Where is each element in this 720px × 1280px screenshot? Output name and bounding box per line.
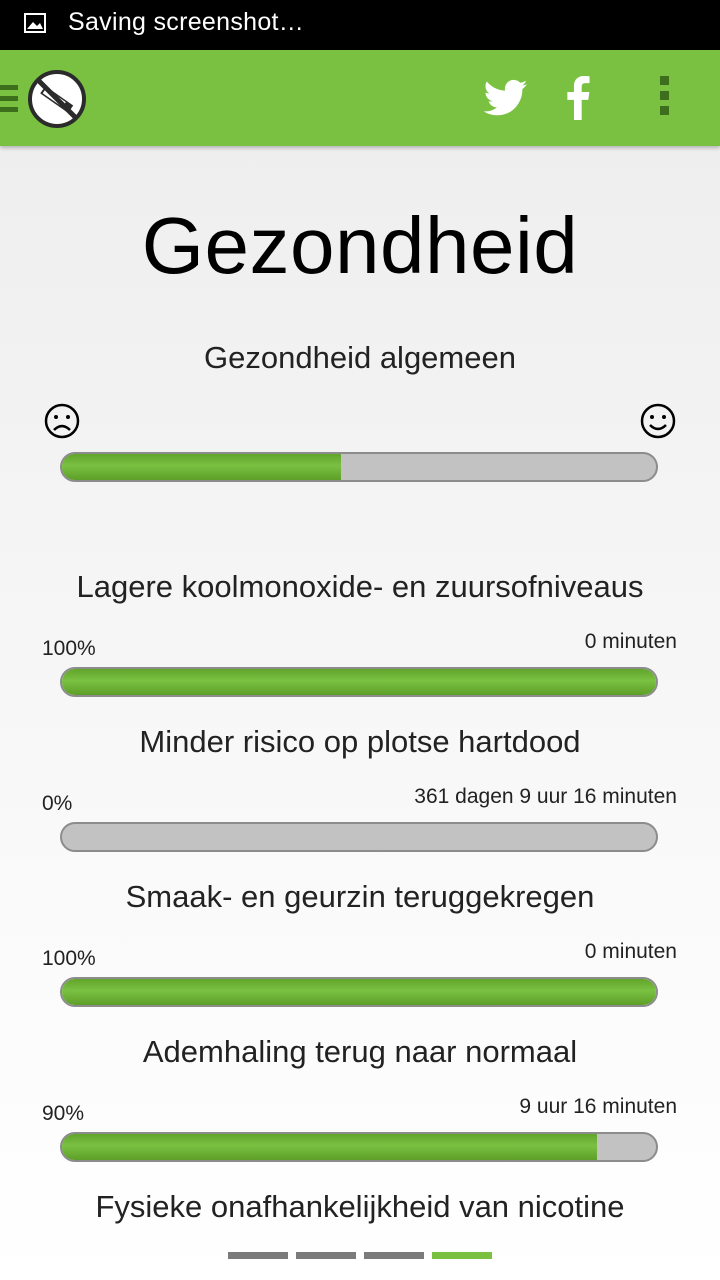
image-icon [24,13,46,33]
facebook-icon[interactable] [564,76,592,120]
milestone-percent: 0% [42,792,73,815]
page-dot[interactable] [296,1252,356,1259]
page-dot[interactable] [364,1252,424,1259]
hamburger-icon[interactable] [0,85,18,113]
milestone-percent: 100% [42,947,96,970]
milestone-fill [62,669,656,695]
milestone-bar [60,977,658,1007]
milestone-fill [62,1134,597,1160]
happy-face-icon [640,403,676,439]
overflow-menu-icon[interactable] [650,76,678,122]
page-title: Gezondheid [141,201,579,290]
milestone-title: Minder risico op plotse hartdood [139,724,581,759]
no-smoking-logo[interactable] [26,68,88,130]
general-health-fill [62,454,342,480]
page-dot[interactable] [432,1252,492,1259]
milestone-title: Fysieke onafhankelijkheid van nicotine [95,1189,625,1224]
milestone-time: 361 dagen 9 uur 16 minuten [414,785,677,808]
status-bar: Saving screenshot… [0,0,720,50]
page-dot[interactable] [228,1252,288,1259]
milestone-title: Ademhaling terug naar normaal [142,1034,578,1069]
milestone-bar [60,1132,658,1162]
milestone-time: 9 uur 16 minuten [519,1095,677,1118]
app-bar [0,50,720,146]
milestone-time: 0 minuten [584,940,677,963]
milestone-percent: 100% [42,637,96,660]
milestone-time: 0 minuten [584,630,677,653]
twitter-icon[interactable] [484,78,528,118]
milestone-percent: 90% [42,1102,85,1125]
milestone-title: Lagere koolmonoxide- en zuursofniveaus [76,569,644,604]
page-indicator [228,1252,492,1259]
milestone-fill [62,979,656,1005]
status-text: Saving screenshot… [68,8,305,36]
milestone-bar [60,667,658,697]
sad-face-icon [44,403,80,439]
milestone-bar [60,822,658,852]
general-health-title: Gezondheid algemeen [204,340,516,375]
general-health-bar [60,452,658,482]
milestone-title: Smaak- en geurzin teruggekregen [125,879,595,914]
